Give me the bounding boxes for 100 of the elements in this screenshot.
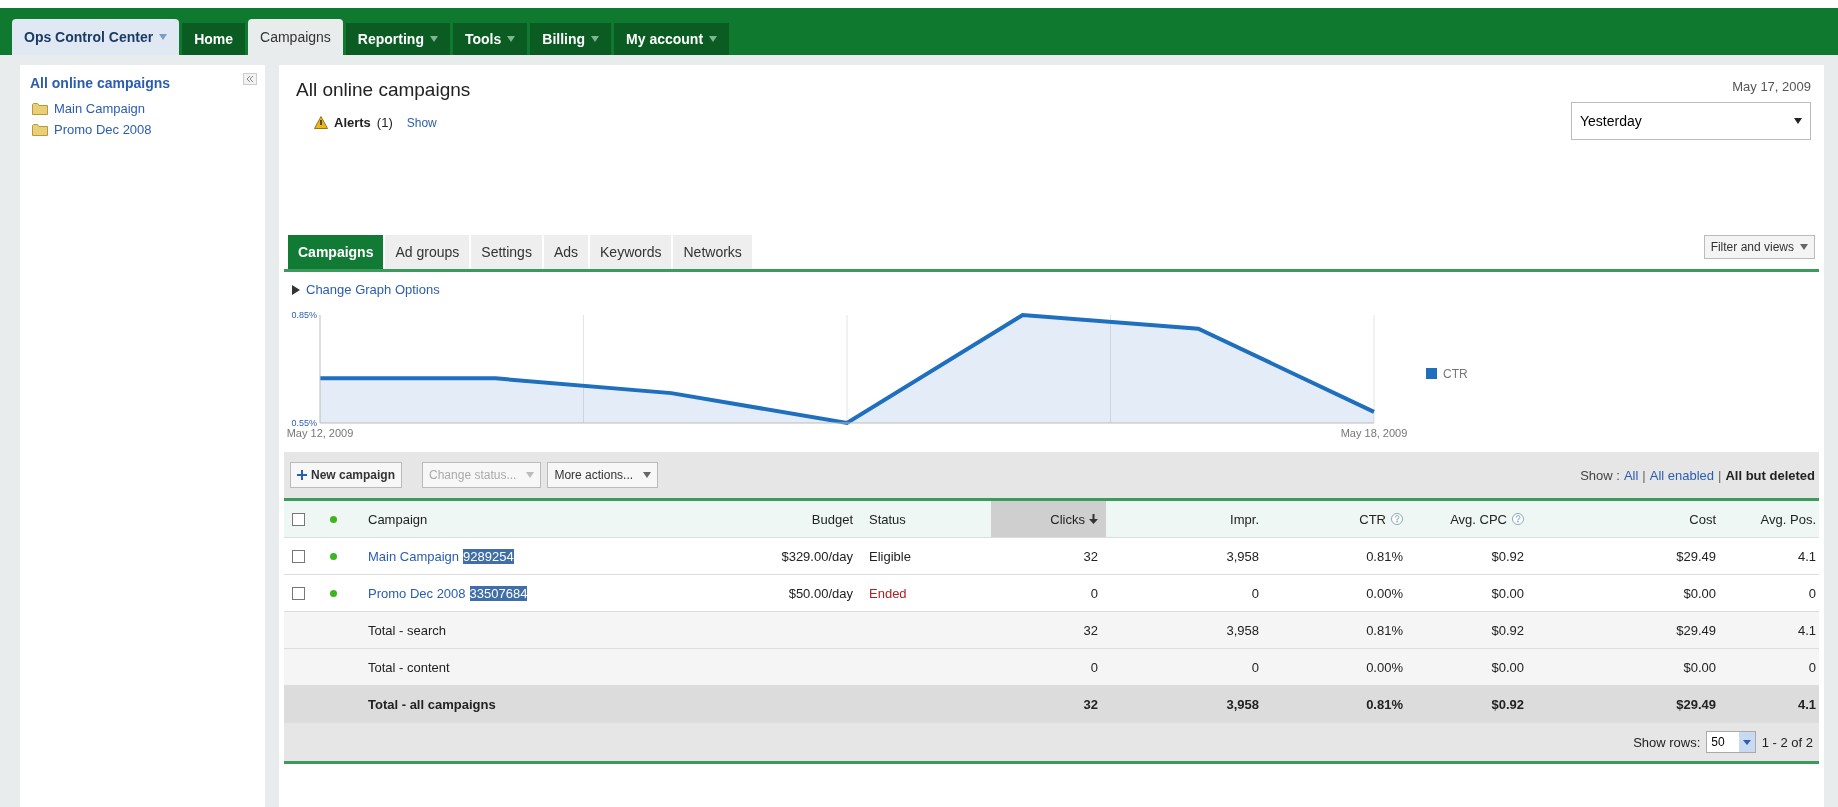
table-cell: 0 <box>1090 585 1098 601</box>
view-tab[interactable]: Settings <box>471 235 542 269</box>
table-cell: 0.81% <box>1366 548 1403 564</box>
sidebar-title[interactable]: All online campaigns <box>30 75 171 91</box>
legend-label: CTR <box>1443 366 1468 381</box>
separator: | <box>1642 467 1646 483</box>
table-cell: 4.1 <box>1797 548 1816 564</box>
separator: | <box>1718 467 1722 483</box>
expand-icon <box>292 284 300 295</box>
caret-icon <box>709 36 718 42</box>
table-cell: 4.1 <box>1797 696 1816 712</box>
nav-tab[interactable]: My account <box>614 23 730 55</box>
total-label: Total - all campaigns <box>368 696 496 712</box>
filter-button[interactable]: Filter and views <box>1703 235 1815 259</box>
alerts-count: (1) <box>376 115 393 130</box>
column-header[interactable]: Budget <box>700 501 861 537</box>
view-tab[interactable]: Keywords <box>590 235 672 269</box>
column-header[interactable]: Campaign <box>360 501 700 537</box>
checkbox[interactable] <box>292 549 305 563</box>
caret-icon <box>1794 118 1802 124</box>
more-actions-dropdown[interactable]: More actions... <box>547 462 659 488</box>
checkbox[interactable] <box>292 512 305 526</box>
caret-icon <box>643 472 652 478</box>
table-cell: $50.00/day <box>788 585 853 601</box>
column-header[interactable]: Impr. <box>1106 501 1267 537</box>
campaign-link[interactable]: Promo Dec 2008 <box>54 122 152 137</box>
caret-icon <box>159 34 168 40</box>
column-header[interactable]: Clicks <box>991 501 1106 537</box>
nav-tab[interactable]: Home <box>182 23 246 55</box>
status-dot <box>330 515 337 523</box>
table-cell: 0 <box>1090 659 1098 675</box>
table-cell: 3,958 <box>1226 622 1259 638</box>
caret-icon <box>591 36 600 42</box>
caret-icon <box>526 472 535 478</box>
alerts-label: Alerts <box>334 115 371 130</box>
x-tick-label: May 12, 2009 <box>286 427 354 439</box>
campaign-link[interactable]: Main Campaign <box>368 548 460 564</box>
table-cell: 0 <box>1251 585 1259 601</box>
campaign-link[interactable]: Main Campaign <box>54 101 146 116</box>
folder-icon <box>32 123 48 136</box>
view-tab[interactable]: Networks <box>673 235 752 269</box>
table-cell: 0 <box>1808 585 1816 601</box>
help-icon[interactable] <box>1391 513 1403 525</box>
table-cell: $0.92 <box>1491 548 1524 564</box>
table-cell: 0.81% <box>1366 622 1403 638</box>
table-cell: 0.81% <box>1366 696 1403 712</box>
column-header[interactable]: Avg. CPC <box>1411 501 1532 537</box>
plus-icon <box>297 470 307 480</box>
table-cell: $0.00 <box>1683 585 1716 601</box>
nav-tab[interactable]: Reporting <box>345 23 450 55</box>
table-cell: $329.00/day <box>781 548 853 564</box>
new-campaign-button[interactable]: New campaign <box>290 462 403 488</box>
nav-tab[interactable]: Campaigns <box>248 19 343 55</box>
status-text: Eligible <box>869 548 911 564</box>
campaign-id: 33507684 <box>469 585 528 601</box>
view-tab[interactable]: Ad groups <box>385 235 470 269</box>
collapse-icon[interactable] <box>243 73 257 85</box>
rows-dropdown[interactable]: 50 <box>1706 731 1756 753</box>
column-header[interactable]: Status <box>861 501 991 537</box>
sort-arrow-icon <box>1089 514 1098 524</box>
date-range-dropdown[interactable]: Yesterday <box>1571 102 1811 140</box>
show-rows-label: Show rows: <box>1633 734 1701 750</box>
help-icon[interactable] <box>1512 513 1524 525</box>
column-header[interactable]: Cost <box>1532 501 1724 537</box>
table-cell: 32 <box>1083 548 1098 564</box>
table-cell: 0.00% <box>1366 659 1403 675</box>
table-cell: 0.00% <box>1366 585 1403 601</box>
column-header[interactable]: CTR <box>1267 501 1411 537</box>
total-label: Total - content <box>368 659 450 675</box>
status-text: Ended <box>869 585 907 601</box>
table-cell: $0.00 <box>1683 659 1716 675</box>
graph-options-link[interactable]: Change Graph Options <box>306 282 440 297</box>
campaign-id: 9289254 <box>463 548 514 564</box>
filter-link[interactable]: All but deleted <box>1725 467 1815 483</box>
page-range: 1 - 2 of 2 <box>1761 734 1813 750</box>
checkbox[interactable] <box>292 586 305 600</box>
y-tick-label: 0.85% <box>291 310 317 320</box>
y-tick-label: 0.55% <box>291 418 317 428</box>
x-tick-label: May 18, 2009 <box>1340 427 1408 439</box>
table-cell: 0 <box>1808 659 1816 675</box>
table-cell: $0.00 <box>1491 585 1524 601</box>
view-tab[interactable]: Campaigns <box>288 235 384 269</box>
table-cell: $29.49 <box>1676 622 1716 638</box>
table-cell: $29.49 <box>1676 548 1716 564</box>
show-link[interactable]: Show <box>406 115 437 130</box>
total-label: Total - search <box>368 622 447 638</box>
campaign-link[interactable]: Promo Dec 2008 <box>368 585 466 601</box>
table-cell: 3,958 <box>1226 548 1259 564</box>
date-text: May 17, 2009 <box>1732 79 1811 94</box>
table-cell: 0 <box>1251 659 1259 675</box>
table-cell: $0.92 <box>1491 622 1524 638</box>
filter-link[interactable]: All <box>1623 467 1639 483</box>
nav-tab[interactable]: Billing <box>530 23 612 55</box>
nav-tab[interactable]: Tools <box>452 23 528 55</box>
filter-link[interactable]: All enabled <box>1649 467 1715 483</box>
table-cell: 32 <box>1083 622 1098 638</box>
view-tab[interactable]: Ads <box>543 235 588 269</box>
table-cell: 32 <box>1083 696 1098 712</box>
nav-tab[interactable]: Ops Control Center <box>12 19 180 55</box>
column-header[interactable]: Avg. Pos. <box>1724 501 1824 537</box>
